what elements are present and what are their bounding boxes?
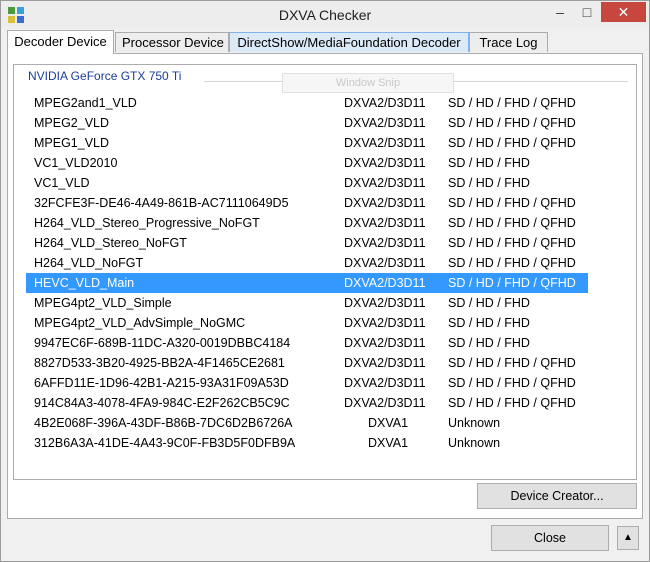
decoder-device-panel: NVIDIA GeForce GTX 750 Ti Window Snip MP… (7, 53, 643, 519)
device-creator-button[interactable]: Device Creator... (477, 483, 637, 509)
decoder-name: 6AFFD11E-1D96-42B1-A215-93A31F09A53D (34, 376, 289, 390)
decoder-api: DXVA2/D3D11 (344, 256, 426, 270)
dxva-checker-window: DXVA Checker – □ ✕ Decoder Device Proces… (0, 0, 650, 562)
decoder-resolutions: SD / HD / FHD (448, 316, 530, 330)
close-window-button[interactable]: ✕ (601, 2, 646, 22)
decoder-name: MPEG2_VLD (34, 116, 110, 130)
decoder-resolutions: SD / HD / FHD (448, 296, 530, 310)
decoder-api: DXVA2/D3D11 (344, 196, 426, 210)
decoder-list[interactable]: MPEG2and1_VLD DXVA2/D3D11 SD / HD / FHD / … (26, 93, 588, 453)
decoder-resolutions: SD / HD / FHD / QFHD (448, 276, 576, 290)
decoder-name: MPEG4pt2_VLD_AdvSimple_NoGMC (34, 316, 246, 330)
decoder-name: 9947EC6F-689B-11DC-A320-0019DBBC4184 (34, 336, 291, 350)
decoder-resolutions: SD / HD / FHD / QFHD (448, 356, 576, 370)
decoder-resolutions: SD / HD / FHD (448, 156, 530, 170)
decoder-row[interactable]: HEVC_VLD_Main DXVA2/D3D11 SD / HD / FHD / … (26, 273, 588, 293)
decoder-resolutions: SD / HD / FHD (448, 336, 530, 350)
decoder-api: DXVA2/D3D11 (344, 236, 426, 250)
decoder-resolutions: SD / HD / FHD / QFHD (448, 196, 576, 210)
decoder-resolutions: SD / HD / FHD / QFHD (448, 136, 576, 150)
minimize-button[interactable]: – (547, 2, 573, 22)
tab-directshow-mediafoundation-decoder[interactable]: DirectShow/MediaFoundation Decoder (229, 32, 469, 52)
title-bar[interactable]: DXVA Checker – □ ✕ (1, 1, 649, 29)
decoder-resolutions: SD / HD / FHD / QFHD (448, 376, 576, 390)
decoder-name: 312B6A3A-41DE-4A43-9C0F-FB3D5F0DFB9A (34, 436, 296, 450)
decoder-row[interactable]: H264_VLD_Stereo_NoFGT DXVA2/D3D11 SD / HD … (26, 233, 588, 253)
decoder-api: DXVA2/D3D11 (344, 136, 426, 150)
decoder-name: VC1_VLD2010 (34, 156, 118, 170)
decoder-row[interactable]: 312B6A3A-41DE-4A43-9C0F-FB3D5F0DFB9A DXVA… (26, 433, 588, 453)
decoder-api: DXVA2/D3D11 (344, 116, 426, 130)
decoder-name: 4B2E068F-396A-43DF-B86B-7DC6D2B6726A (34, 416, 293, 430)
decoder-row[interactable]: MPEG4pt2_VLD_Simple DXVA2/D3D11 SD / HD / … (26, 293, 588, 313)
decoder-row[interactable]: MPEG4pt2_VLD_AdvSimple_NoGMC DXVA2/D3D11 S… (26, 313, 588, 333)
decoder-resolutions: SD / HD / FHD / QFHD (448, 116, 576, 130)
decoder-api: DXVA2/D3D11 (344, 396, 426, 410)
decoder-row[interactable]: H264_VLD_Stereo_Progressive_NoFGT DXVA2/D… (26, 213, 588, 233)
decoder-row[interactable]: 9947EC6F-689B-11DC-A320-0019DBBC4184 DXVA… (26, 333, 588, 353)
decoder-api: DXVA1 (368, 416, 409, 430)
decoder-row[interactable]: MPEG1_VLD DXVA2/D3D11 SD / HD / FHD / QFHD (26, 133, 588, 153)
gpu-groupbox: NVIDIA GeForce GTX 750 Ti Window Snip MP… (13, 64, 637, 480)
decoder-row[interactable]: VC1_VLD2010 DXVA2/D3D11 SD / HD / FHD (26, 153, 588, 173)
decoder-resolutions: SD / HD / FHD / QFHD (448, 256, 576, 270)
decoder-row[interactable]: H264_VLD_NoFGT DXVA2/D3D11 SD / HD / FHD /… (26, 253, 588, 273)
decoder-api: DXVA2/D3D11 (344, 96, 426, 110)
decoder-name: H264_VLD_Stereo_Progressive_NoFGT (34, 216, 260, 230)
window-snip-overlay: Window Snip (282, 73, 454, 93)
tab-processor-device[interactable]: Processor Device (115, 32, 229, 52)
expand-arrow-icon[interactable]: ▲ (617, 526, 639, 550)
decoder-api: DXVA2/D3D11 (344, 296, 426, 310)
decoder-row[interactable]: 914C84A3-4078-4FA9-984C-E2F262CB5C9C DXVA… (26, 393, 588, 413)
decoder-row[interactable]: 32FCFE3F-DE46-4A49-861B-AC71110649D5 DXVA… (26, 193, 588, 213)
decoder-resolutions: SD / HD / FHD / QFHD (448, 396, 576, 410)
tab-strip: Decoder Device Processor Device DirectSh… (7, 30, 643, 54)
decoder-api: DXVA2/D3D11 (344, 156, 426, 170)
decoder-name: HEVC_VLD_Main (34, 276, 135, 290)
gpu-name-label: NVIDIA GeForce GTX 750 Ti (26, 69, 184, 83)
decoder-name: 8827D533-3B20-4925-BB2A-4F1465CE2681 (34, 356, 285, 370)
decoder-api: DXVA2/D3D11 (344, 276, 426, 290)
decoder-row[interactable]: VC1_VLD DXVA2/D3D11 SD / HD / FHD (26, 173, 588, 193)
decoder-resolutions: SD / HD / FHD / QFHD (448, 236, 576, 250)
decoder-name: 32FCFE3F-DE46-4A49-861B-AC71110649D5 (34, 196, 289, 210)
decoder-row[interactable]: 8827D533-3B20-4925-BB2A-4F1465CE2681 DXVA… (26, 353, 588, 373)
decoder-api: DXVA2/D3D11 (344, 336, 426, 350)
decoder-name: H264_VLD_Stereo_NoFGT (34, 236, 187, 250)
decoder-api: DXVA2/D3D11 (344, 356, 426, 370)
decoder-name: VC1_VLD (34, 176, 90, 190)
decoder-name: MPEG2and1_VLD (34, 96, 137, 110)
decoder-row[interactable]: 6AFFD11E-1D96-42B1-A215-93A31F09A53D DXVA… (26, 373, 588, 393)
decoder-resolutions: Unknown (448, 436, 501, 450)
decoder-api: DXVA2/D3D11 (344, 216, 426, 230)
decoder-name: 914C84A3-4078-4FA9-984C-E2F262CB5C9C (34, 396, 290, 410)
decoder-resolutions: SD / HD / FHD / QFHD (448, 216, 576, 230)
decoder-name: H264_VLD_NoFGT (34, 256, 144, 270)
decoder-api: DXVA2/D3D11 (344, 376, 426, 390)
decoder-api: DXVA2/D3D11 (344, 176, 426, 190)
decoder-row[interactable]: MPEG2and1_VLD DXVA2/D3D11 SD / HD / FHD / … (26, 93, 588, 113)
decoder-resolutions: SD / HD / FHD (448, 176, 530, 190)
decoder-api: DXVA2/D3D11 (344, 316, 426, 330)
decoder-row[interactable]: 4B2E068F-396A-43DF-B86B-7DC6D2B6726A DXVA… (26, 413, 588, 433)
tab-trace-log[interactable]: Trace Log (469, 32, 548, 52)
tab-decoder-device[interactable]: Decoder Device (7, 30, 114, 54)
maximize-button[interactable]: □ (574, 2, 600, 22)
decoder-row[interactable]: MPEG2_VLD DXVA2/D3D11 SD / HD / FHD / QFHD (26, 113, 588, 133)
close-button[interactable]: Close (491, 525, 609, 551)
decoder-api: DXVA1 (368, 436, 409, 450)
decoder-name: MPEG4pt2_VLD_Simple (34, 296, 172, 310)
decoder-resolutions: SD / HD / FHD / QFHD (448, 96, 576, 110)
decoder-name: MPEG1_VLD (34, 136, 110, 150)
decoder-resolutions: Unknown (448, 416, 501, 430)
